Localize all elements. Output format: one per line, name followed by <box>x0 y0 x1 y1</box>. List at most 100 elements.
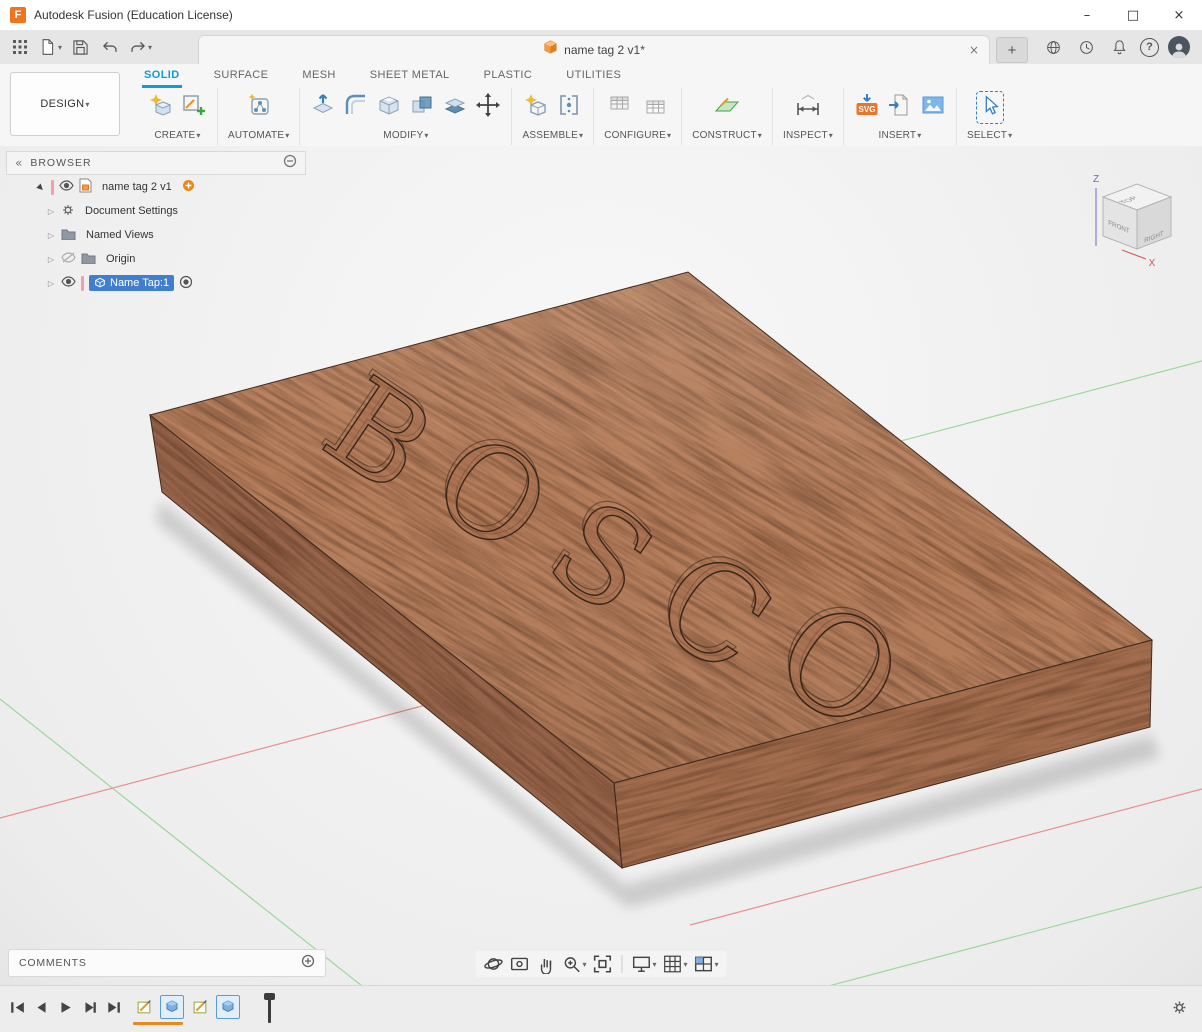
tab-mesh[interactable]: MESH <box>300 69 337 88</box>
browser-collapse-icon[interactable]: « <box>15 156 22 170</box>
expander-icon[interactable]: ▷ <box>46 231 56 240</box>
app-grid-menu-icon[interactable] <box>8 35 32 59</box>
new-component-icon[interactable] <box>523 92 549 123</box>
timeline-sketch-icon[interactable] <box>189 997 211 1019</box>
extensions-globe-icon[interactable] <box>1041 35 1065 59</box>
visibility-off-eye-icon[interactable] <box>61 252 76 266</box>
browser-item-label[interactable]: Origin <box>101 251 140 267</box>
group-modify-label[interactable]: MODIFY <box>383 130 428 141</box>
timeline-extrude-icon[interactable] <box>216 995 240 1019</box>
redo-icon[interactable] <box>128 35 152 59</box>
fit-icon[interactable] <box>592 954 612 974</box>
browser-item-label[interactable]: name tag 2 v1 <box>97 179 177 195</box>
browser-row-document-settings[interactable]: ▷ Document Settings <box>6 199 306 223</box>
maximize-button[interactable]: □ <box>1110 0 1156 30</box>
browser-title: BROWSER <box>30 157 275 169</box>
view-cube[interactable]: Z TOP FRONT RIGHT X <box>1093 174 1171 269</box>
browser-item-label[interactable]: Document Settings <box>80 203 183 219</box>
radio-marker-icon[interactable] <box>179 275 193 292</box>
timeline-settings-gear-icon[interactable] <box>1171 999 1202 1021</box>
group-assemble-label[interactable]: ASSEMBLE <box>522 130 583 141</box>
notifications-bell-icon[interactable] <box>1107 35 1131 59</box>
orbit-icon[interactable] <box>483 954 503 974</box>
document-tab[interactable]: name tag 2 v1* × <box>198 35 990 65</box>
visibility-eye-icon[interactable] <box>59 180 74 194</box>
job-status-clock-icon[interactable] <box>1074 35 1098 59</box>
undo-icon[interactable] <box>98 35 122 59</box>
tab-plastic[interactable]: PLASTIC <box>482 69 535 88</box>
group-configure-label[interactable]: CONFIGURE <box>604 130 671 141</box>
press-pull-icon[interactable] <box>310 92 336 123</box>
timeline-extrude-icon[interactable] <box>160 995 184 1019</box>
new-solid-icon[interactable] <box>148 92 174 123</box>
skip-end-button[interactable] <box>106 1000 121 1020</box>
play-button[interactable] <box>58 1000 73 1020</box>
group-construct-label[interactable]: CONSTRUCT <box>692 130 762 141</box>
configuration-icon[interactable] <box>641 92 667 123</box>
expander-icon[interactable]: ▷ <box>46 207 56 216</box>
user-avatar[interactable] <box>1168 36 1190 58</box>
combine-icon[interactable] <box>409 92 435 123</box>
measure-icon[interactable] <box>795 92 821 123</box>
zoom-icon[interactable] <box>561 954 586 974</box>
insert-derive-icon[interactable] <box>887 92 913 123</box>
group-insert: SVG INSERT <box>844 88 957 145</box>
comments-bar[interactable]: COMMENTS <box>8 949 326 977</box>
create-sketch-icon[interactable] <box>181 92 207 123</box>
expander-icon[interactable]: ▷ <box>46 279 56 288</box>
group-select-label[interactable]: SELECT <box>967 130 1012 141</box>
tab-surface[interactable]: SURFACE <box>212 69 271 88</box>
workspace-selector[interactable]: DESIGN <box>10 72 120 136</box>
expander-icon[interactable]: ▷ <box>46 255 56 264</box>
group-create-label[interactable]: CREATE <box>154 130 200 141</box>
tab-solid[interactable]: SOLID <box>142 69 182 88</box>
insert-canvas-icon[interactable] <box>920 92 946 123</box>
browser-item-label[interactable]: Named Views <box>81 227 159 243</box>
tab-utilities[interactable]: UTILITIES <box>564 69 623 88</box>
insert-svg-icon[interactable]: SVG <box>854 92 880 123</box>
group-insert-label[interactable]: INSERT <box>879 130 922 141</box>
group-inspect-label[interactable]: INSPECT <box>783 130 833 141</box>
fillet-icon[interactable] <box>343 92 369 123</box>
timeline-playhead[interactable] <box>262 993 276 1027</box>
automate-icon[interactable] <box>246 92 272 123</box>
expander-icon[interactable]: ▶ <box>34 180 47 193</box>
group-automate-label[interactable]: AUTOMATE <box>228 130 289 141</box>
browser-row-body-selected[interactable]: ▷ Name Tap:1 <box>6 271 306 295</box>
browser-row-origin[interactable]: ▷ Origin <box>6 247 306 271</box>
look-at-icon[interactable] <box>509 954 529 974</box>
component-badge-icon[interactable] <box>182 179 195 195</box>
add-comment-icon[interactable] <box>301 954 315 973</box>
step-forward-button[interactable] <box>82 1000 97 1020</box>
minimize-button[interactable]: – <box>1064 0 1110 30</box>
tab-sheet-metal[interactable]: SHEET METAL <box>368 69 452 88</box>
close-button[interactable]: × <box>1156 0 1202 30</box>
browser-minimize-icon[interactable] <box>283 154 297 173</box>
construct-plane-icon[interactable] <box>714 92 740 123</box>
browser-row-root[interactable]: ▶ name tag 2 v1 <box>6 175 306 199</box>
document-tab-close-icon[interactable]: × <box>969 43 979 57</box>
viewport-canvas[interactable]: BB OO SS CC OO Z TOP <box>0 146 1202 985</box>
timeline-sketch-icon[interactable] <box>133 997 155 1019</box>
configuration-table-icon[interactable] <box>608 92 634 123</box>
shell-icon[interactable] <box>376 92 402 123</box>
joint-icon[interactable] <box>556 92 582 123</box>
visibility-eye-icon[interactable] <box>61 276 76 290</box>
save-icon[interactable] <box>68 35 92 59</box>
move-copy-icon[interactable] <box>475 92 501 123</box>
pan-icon[interactable] <box>535 954 555 974</box>
select-cursor-icon[interactable] <box>976 91 1004 124</box>
browser-item-selected[interactable]: Name Tap:1 <box>89 275 174 291</box>
viewports-icon[interactable] <box>694 954 719 974</box>
offset-face-icon[interactable] <box>442 92 468 123</box>
component-color-bar <box>51 180 54 195</box>
browser-row-named-views[interactable]: ▷ Named Views <box>6 223 306 247</box>
help-icon[interactable]: ? <box>1140 38 1159 57</box>
grid-display-icon[interactable] <box>663 954 688 974</box>
skip-start-button[interactable] <box>10 1000 25 1020</box>
display-settings-icon[interactable] <box>631 954 656 974</box>
browser-item-label: Name Tap:1 <box>110 277 169 289</box>
new-tab-button[interactable]: + <box>996 37 1028 63</box>
step-back-button[interactable] <box>34 1000 49 1020</box>
file-menu-icon[interactable] <box>38 35 62 59</box>
